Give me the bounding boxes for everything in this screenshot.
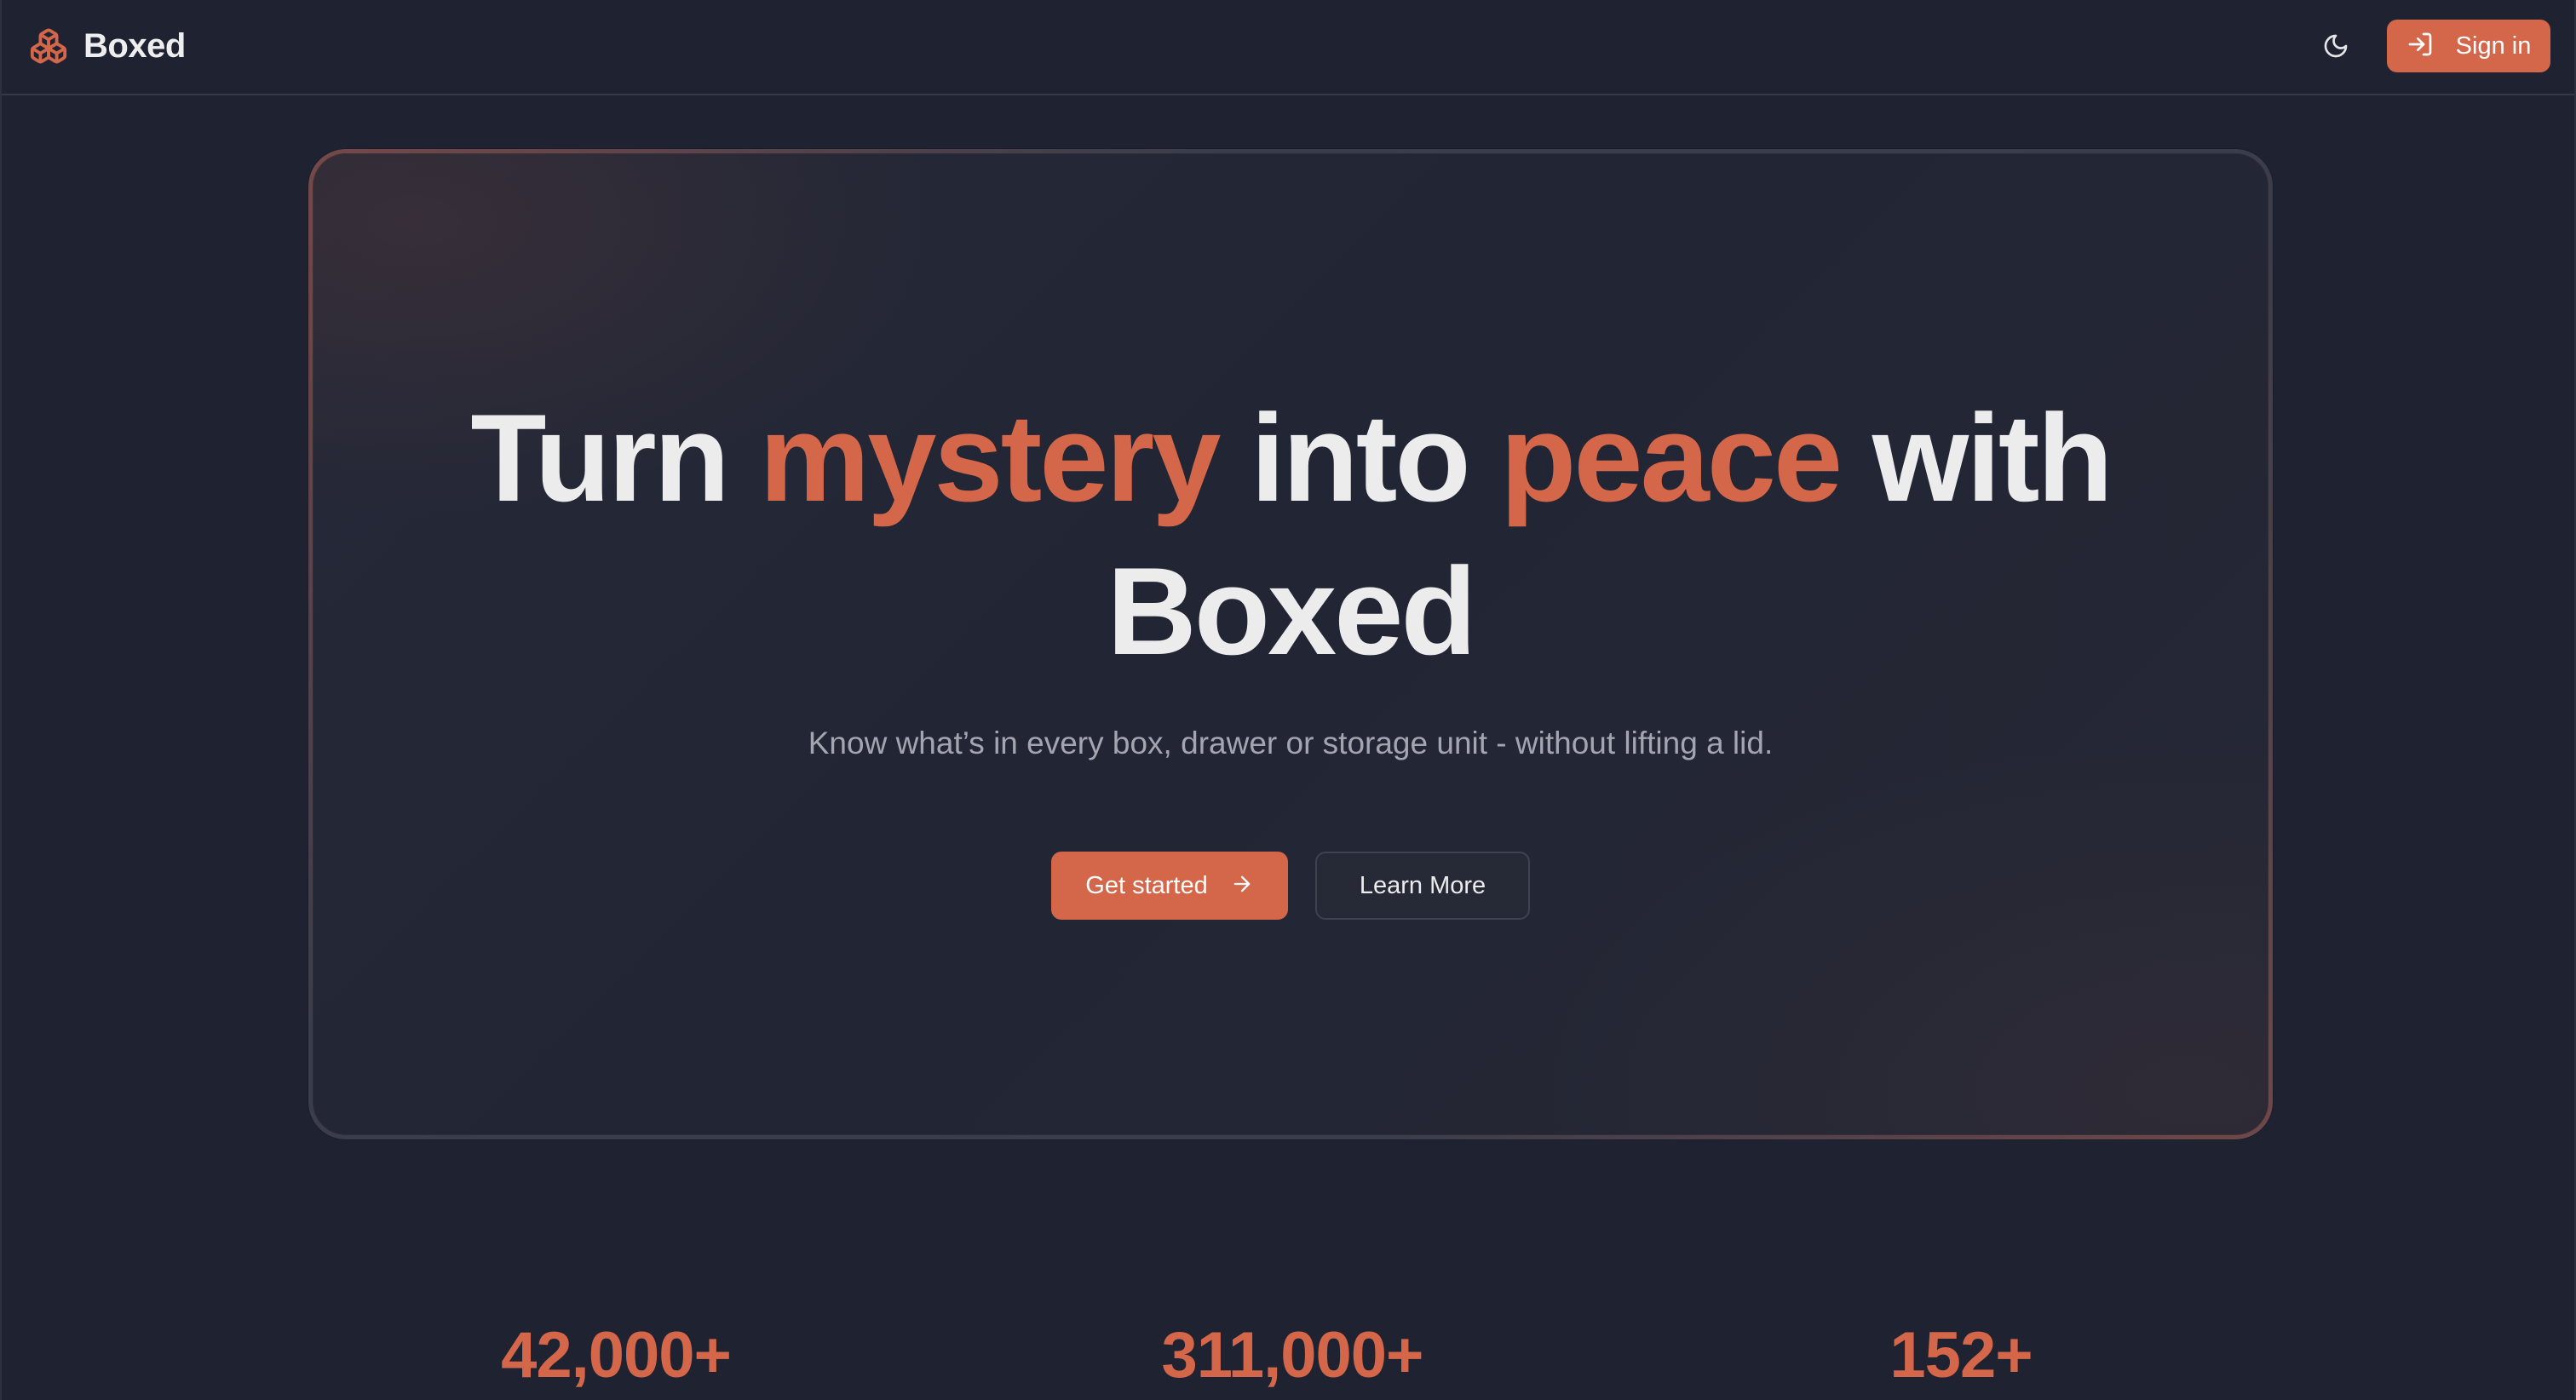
navbar: Boxed Sign in bbox=[2, 0, 2574, 95]
arrow-right-icon bbox=[1230, 872, 1254, 900]
hero-title-accent-mystery: mystery bbox=[759, 388, 1221, 527]
sign-in-button[interactable]: Sign in bbox=[2387, 20, 2550, 72]
get-started-label: Get started bbox=[1085, 871, 1208, 899]
cta-row: Get started Learn More bbox=[313, 852, 2268, 920]
hero-title-accent-peace: peace bbox=[1500, 388, 1843, 527]
hero-title-part1: Turn bbox=[470, 388, 760, 527]
sign-in-label: Sign in bbox=[2455, 32, 2532, 60]
hero-title-line2: Boxed bbox=[1107, 542, 1476, 680]
log-in-icon bbox=[2406, 31, 2434, 62]
theme-toggle-button[interactable] bbox=[2312, 24, 2360, 72]
hero-title-part3: with bbox=[1840, 388, 2113, 527]
get-started-button[interactable]: Get started bbox=[1051, 852, 1288, 920]
hero-card: Turn mystery into peace with Boxed Know w… bbox=[308, 149, 2273, 1139]
hero-title: Turn mystery into peace with Boxed bbox=[313, 382, 2268, 688]
stat-value-boxes: 42,000+ bbox=[501, 1319, 732, 1391]
brand-name: Boxed bbox=[83, 26, 186, 65]
moon-icon bbox=[2322, 32, 2349, 64]
hero-title-part2: into bbox=[1218, 388, 1501, 527]
stat-value-items: 311,000+ bbox=[1161, 1319, 1424, 1391]
boxes-icon bbox=[29, 26, 68, 66]
page: Boxed Sign in Turn mystery into peace wi… bbox=[0, 0, 2576, 1400]
stat-value-locations: 152+ bbox=[1889, 1319, 2033, 1391]
hero-subtitle: Know what’s in every box, drawer or stor… bbox=[808, 726, 1774, 760]
learn-more-label: Learn More bbox=[1359, 871, 1486, 899]
brand[interactable]: Boxed bbox=[29, 22, 186, 70]
learn-more-button[interactable]: Learn More bbox=[1315, 852, 1530, 920]
